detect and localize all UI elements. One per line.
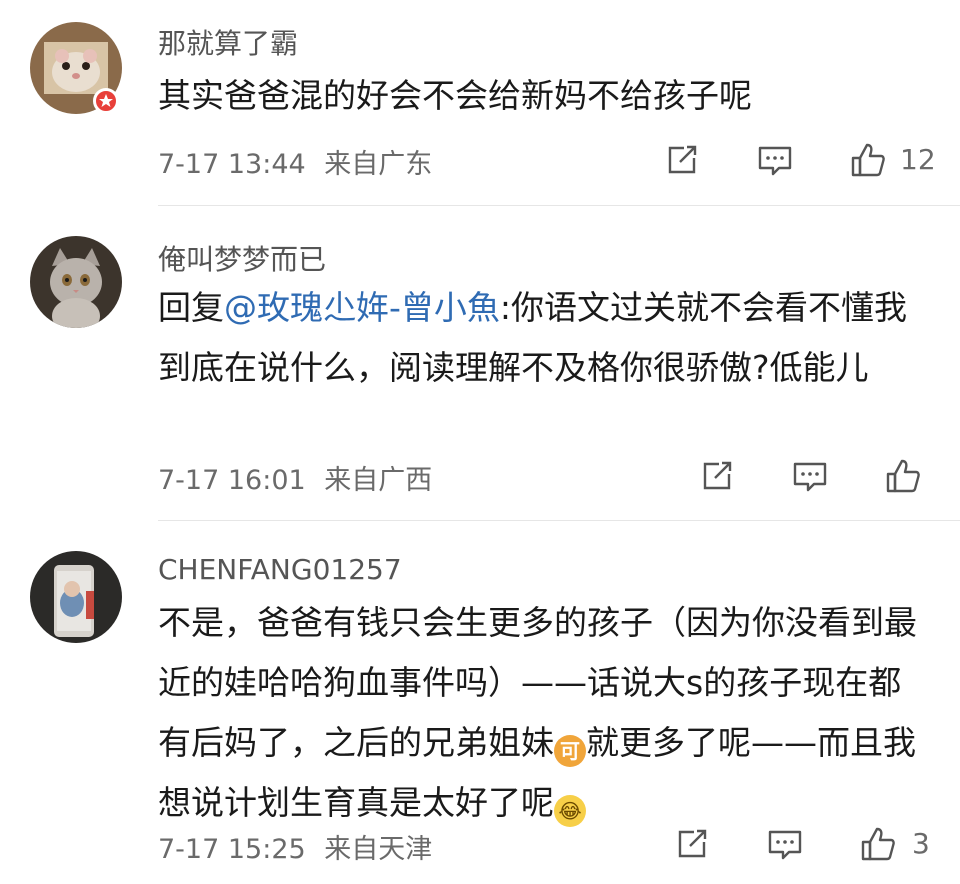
location: 来自广东 xyxy=(324,149,433,180)
comment-icon[interactable] xyxy=(790,456,830,496)
share-icon[interactable] xyxy=(662,140,702,180)
comment-text: 回复@玫瑰尐姩-曾小魚:你语文过关就不会看不懂我到底在说什么，阅读理解不及格你很… xyxy=(158,278,928,398)
timestamp: 7-17 13:44 xyxy=(158,149,306,180)
share-icon[interactable] xyxy=(697,456,737,496)
avatar-cat-image xyxy=(30,236,122,328)
avatar-phone-photo-image xyxy=(30,551,122,643)
verified-badge-icon xyxy=(93,88,119,114)
share-icon[interactable] xyxy=(672,824,712,864)
thumbs-up-icon[interactable] xyxy=(858,824,898,864)
username[interactable]: CHENFANG01257 xyxy=(158,553,402,586)
ke-emoji-icon: 可 xyxy=(554,735,586,767)
avatar[interactable] xyxy=(30,551,122,643)
username[interactable]: 那就算了霸 xyxy=(158,22,298,62)
reply-prefix: 回复 xyxy=(158,288,224,327)
mention-link[interactable]: @玫瑰尐姩-曾小魚 xyxy=(224,288,500,327)
avatar[interactable] xyxy=(30,236,122,328)
comment-item: 那就算了霸 其实爸爸混的好会不会给新妈不给孩子呢 7-17 13:44 来自广东… xyxy=(0,0,960,205)
thumbs-up-icon[interactable] xyxy=(883,456,923,496)
comment-meta: 7-17 13:44 来自广东 xyxy=(158,142,432,181)
comment-meta: 7-17 16:01 来自广西 xyxy=(158,458,432,497)
timestamp: 7-17 15:25 xyxy=(158,834,306,865)
comment-item: CHENFANG01257 不是，爸爸有钱只会生更多的孩子（因为你没看到最近的娃… xyxy=(0,521,960,884)
comment-icon[interactable] xyxy=(765,824,805,864)
thumbs-up-icon[interactable] xyxy=(848,140,888,180)
timestamp: 7-17 16:01 xyxy=(158,465,306,496)
laugh-cry-emoji-icon: 😂 xyxy=(554,795,586,827)
like-count: 12 xyxy=(900,143,936,176)
comment-icon[interactable] xyxy=(755,140,795,180)
comment-text: 不是，爸爸有钱只会生更多的孩子（因为你没看到最近的娃哈哈狗血事件吗）——话说大s… xyxy=(158,593,928,833)
like-count: 3 xyxy=(912,827,930,860)
comment-meta: 7-17 15:25 来自天津 xyxy=(158,827,432,866)
location: 来自天津 xyxy=(324,834,433,865)
username[interactable]: 俺叫梦梦而已 xyxy=(158,238,326,278)
comment-text: 其实爸爸混的好会不会给新妈不给孩子呢 xyxy=(158,76,752,115)
comment-item: 俺叫梦梦而已 回复@玫瑰尐姩-曾小魚:你语文过关就不会看不懂我到底在说什么，阅读… xyxy=(0,206,960,520)
location: 来自广西 xyxy=(324,465,433,496)
